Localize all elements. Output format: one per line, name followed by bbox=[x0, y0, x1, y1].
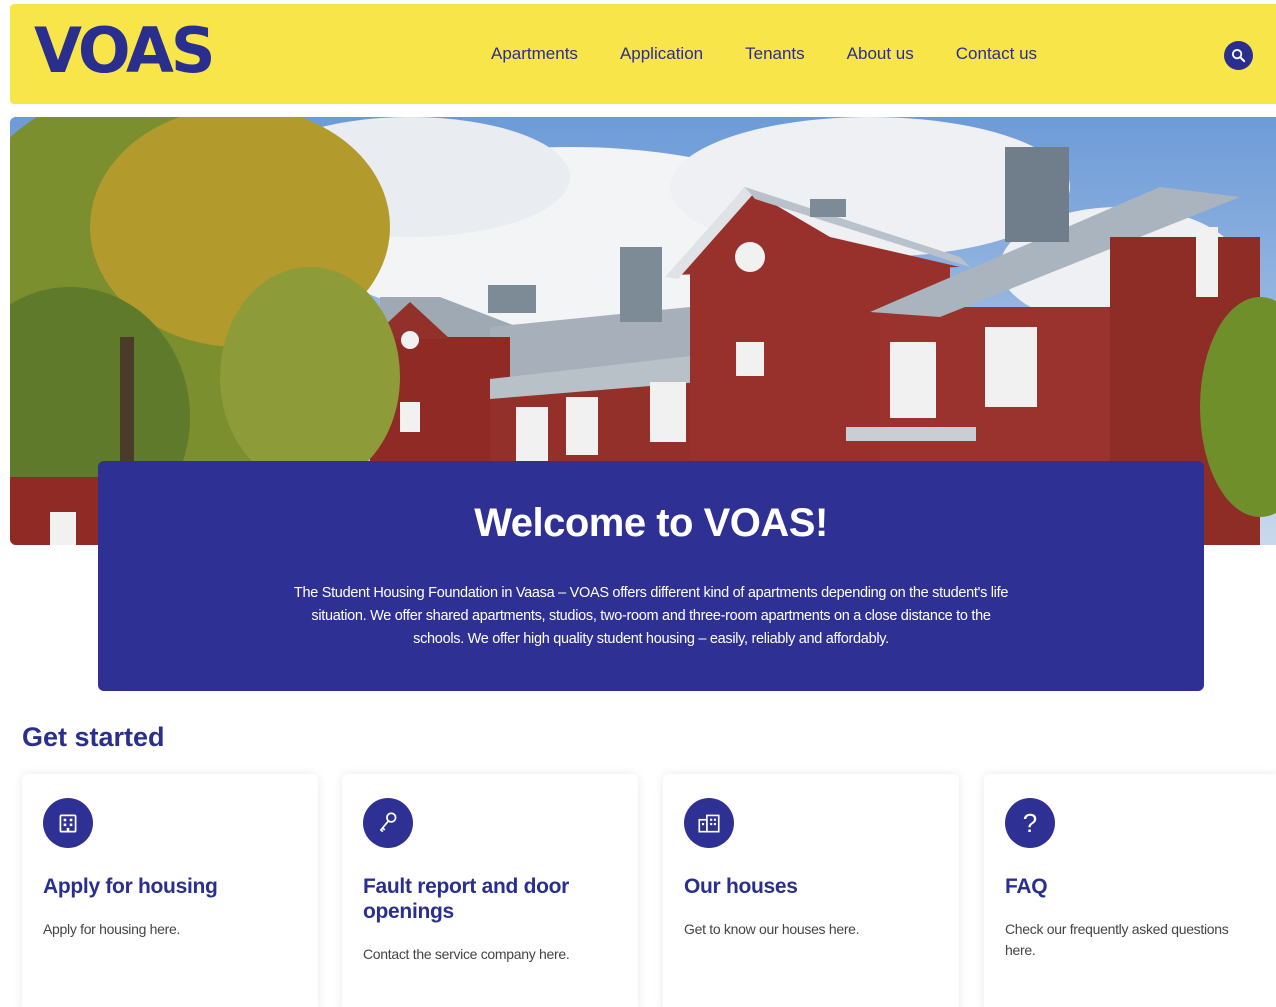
card-description: Apply for housing here. bbox=[43, 921, 181, 937]
search-button[interactable] bbox=[1224, 41, 1253, 70]
card-title: Our houses bbox=[684, 875, 798, 898]
houses-icon bbox=[684, 798, 734, 848]
card-apply-for-housing[interactable]: Apply for housing Apply for housing here… bbox=[22, 774, 318, 1007]
card-description: Check our frequently asked questions her… bbox=[1005, 921, 1229, 958]
nav-apartments[interactable]: Apartments bbox=[491, 44, 578, 64]
card-description: Contact the service company here. bbox=[363, 946, 570, 962]
nav-contact-us[interactable]: Contact us bbox=[956, 44, 1037, 64]
card-title: FAQ bbox=[1005, 875, 1048, 898]
welcome-title: Welcome to VOAS! bbox=[474, 501, 828, 545]
question-icon: ? bbox=[1005, 798, 1055, 848]
search-icon bbox=[1231, 48, 1246, 63]
voas-logo[interactable]: VOAS bbox=[34, 20, 216, 82]
card-our-houses[interactable]: Our houses Get to know our houses here. bbox=[663, 774, 959, 1007]
welcome-box: Welcome to VOAS! The Student Housing Fou… bbox=[98, 461, 1204, 691]
key-icon bbox=[363, 798, 413, 848]
card-title: Fault report and door openings bbox=[363, 875, 570, 923]
building-icon bbox=[43, 798, 93, 848]
get-started-title: Get started bbox=[22, 722, 165, 752]
welcome-text: The Student Housing Foundation in Vaasa … bbox=[293, 585, 1009, 647]
nav-tenants[interactable]: Tenants bbox=[745, 44, 805, 64]
nav-about-us[interactable]: About us bbox=[847, 44, 914, 64]
get-started-cards: Apply for housing Apply for housing here… bbox=[22, 774, 1276, 1007]
nav-application[interactable]: Application bbox=[620, 44, 703, 64]
card-title: Apply for housing bbox=[43, 875, 218, 898]
main-nav: Apartments Application Tenants About us … bbox=[491, 44, 1079, 64]
card-faq[interactable]: ? FAQ Check our frequently asked questio… bbox=[984, 774, 1276, 1007]
card-fault-report[interactable]: Fault report and door openings Contact t… bbox=[342, 774, 638, 1007]
site-header: VOAS Apartments Application Tenants Abou… bbox=[10, 4, 1276, 104]
card-description: Get to know our houses here. bbox=[684, 921, 860, 937]
